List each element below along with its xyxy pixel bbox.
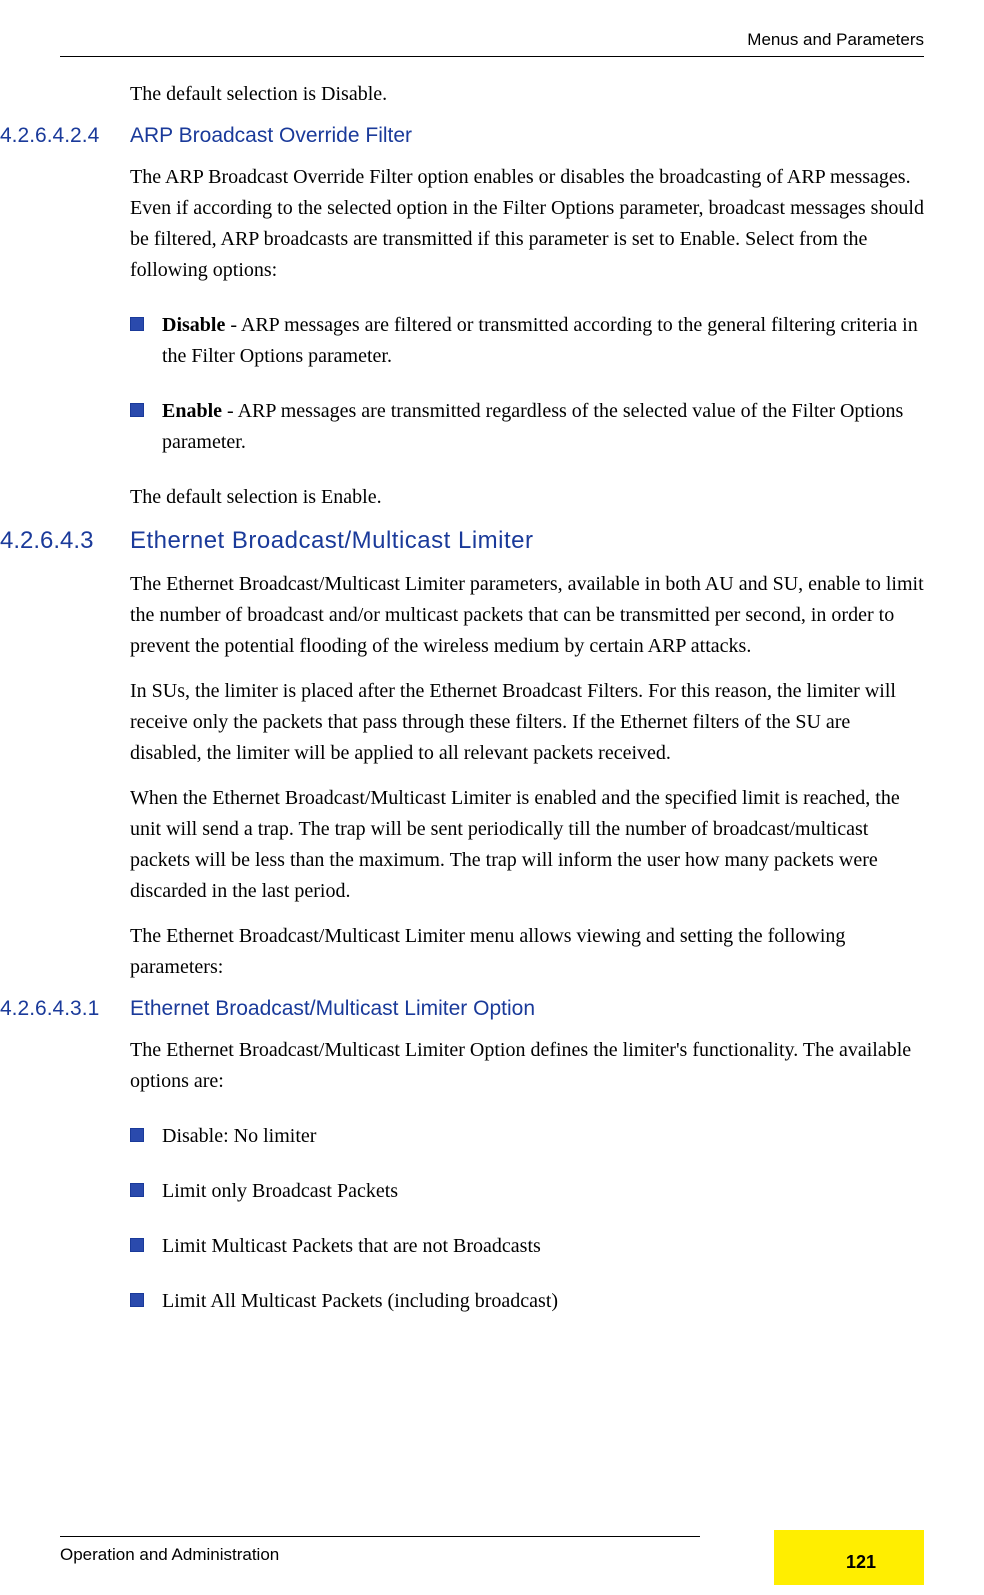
paragraph: When the Ethernet Broadcast/Multicast Li… — [130, 783, 924, 907]
paragraph: The Ethernet Broadcast/Multicast Limiter… — [130, 921, 924, 983]
bullet-icon — [130, 1183, 144, 1197]
list-item-text: Enable - ARP messages are transmitted re… — [162, 396, 924, 458]
list-item-text: Limit All Multicast Packets (including b… — [162, 1286, 924, 1317]
list-item-text: Disable: No limiter — [162, 1121, 924, 1152]
bullet-icon — [130, 317, 144, 331]
section-heading-limiter: 4.2.6.4.3 Ethernet Broadcast/Multicast L… — [0, 527, 924, 555]
list-item-text: Limit Multicast Packets that are not Bro… — [162, 1231, 924, 1262]
list-item: Limit All Multicast Packets (including b… — [130, 1286, 924, 1317]
bullet-icon — [130, 403, 144, 417]
paragraph: The ARP Broadcast Override Filter option… — [130, 162, 924, 286]
list-item: Limit only Broadcast Packets — [130, 1176, 924, 1207]
list-item: Limit Multicast Packets that are not Bro… — [130, 1231, 924, 1262]
list-item-text: Limit only Broadcast Packets — [162, 1176, 924, 1207]
list-item: Disable: No limiter — [130, 1121, 924, 1152]
header-rule — [60, 56, 924, 57]
intro-paragraph: The default selection is Disable. — [130, 79, 924, 110]
section-heading-arp: 4.2.6.4.2.4 ARP Broadcast Override Filte… — [0, 124, 924, 148]
paragraph: The default selection is Enable. — [130, 482, 924, 513]
page-number: 121 — [846, 1552, 876, 1573]
section-title: ARP Broadcast Override Filter — [130, 124, 412, 148]
footer: Operation and Administration — [60, 1536, 924, 1565]
section-title: Ethernet Broadcast/Multicast Limiter Opt… — [130, 997, 535, 1021]
bullet-icon — [130, 1293, 144, 1307]
list-item: Disable - ARP messages are filtered or t… — [130, 310, 924, 372]
section-heading-limiter-option: 4.2.6.4.3.1 Ethernet Broadcast/Multicast… — [0, 997, 924, 1021]
section-number: 4.2.6.4.3.1 — [0, 997, 130, 1021]
bullet-icon — [130, 1128, 144, 1142]
section-number: 4.2.6.4.2.4 — [0, 124, 130, 148]
list-item-text: Disable - ARP messages are filtered or t… — [162, 310, 924, 372]
footer-title: Operation and Administration — [60, 1545, 700, 1565]
paragraph: In SUs, the limiter is placed after the … — [130, 676, 924, 769]
paragraph: The Ethernet Broadcast/Multicast Limiter… — [130, 1035, 924, 1097]
list-item: Enable - ARP messages are transmitted re… — [130, 396, 924, 458]
section-title: Ethernet Broadcast/Multicast Limiter — [130, 527, 534, 555]
section-number: 4.2.6.4.3 — [0, 527, 130, 555]
paragraph: The Ethernet Broadcast/Multicast Limiter… — [130, 569, 924, 662]
header-chapter: Menus and Parameters — [60, 30, 924, 56]
bullet-icon — [130, 1238, 144, 1252]
